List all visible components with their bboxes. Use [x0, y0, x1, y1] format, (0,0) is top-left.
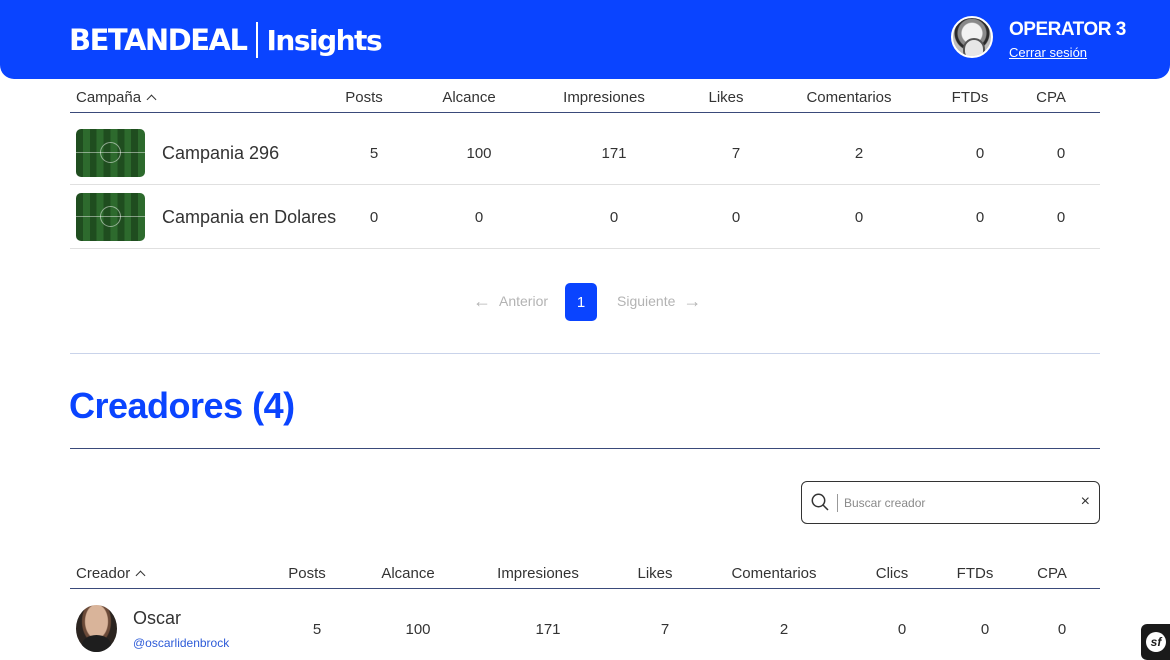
cell-cpa: 0: [1056, 144, 1066, 162]
campaign-name[interactable]: Campania en Dolares: [162, 185, 336, 249]
column-header-ftds: FTDs: [951, 89, 989, 106]
symfony-icon: sf: [1146, 632, 1166, 652]
creator-name[interactable]: Oscar: [133, 608, 181, 629]
column-header-clics: Clics: [875, 565, 909, 582]
cell-ftds: 0: [980, 620, 990, 638]
column-header-alcance: Alcance: [381, 565, 435, 582]
next-page-button[interactable]: Siguiente →: [617, 292, 701, 310]
column-header-posts: Posts: [288, 565, 326, 582]
column-header-ftds: FTDs: [956, 565, 994, 582]
brand-separator: [256, 22, 259, 58]
creator-row[interactable]: Oscar @oscarlidenbrock 5 100 171 7 2 0 0…: [70, 597, 1100, 660]
column-header-label: Campaña: [76, 89, 142, 106]
cell-comentarios: 2: [854, 144, 864, 162]
top-header: BETANDEAL Insights OPERATOR 3 Cerrar ses…: [0, 0, 1170, 79]
campaign-name[interactable]: Campania 296: [162, 121, 279, 185]
sort-chevron-up-icon: [146, 94, 157, 105]
column-header-likes: Likes: [637, 565, 673, 582]
column-header-comentarios: Comentarios: [806, 89, 892, 106]
column-header-cpa: CPA: [1037, 565, 1067, 582]
next-page-label: Siguiente: [617, 293, 676, 309]
column-header-creador[interactable]: Creador: [76, 565, 146, 582]
prev-page-button[interactable]: ← Anterior: [473, 292, 548, 310]
column-header-impresiones: Impresiones: [497, 565, 579, 582]
column-header-posts: Posts: [345, 89, 383, 106]
arrow-right-icon: →: [683, 291, 702, 311]
cell-posts: 5: [312, 620, 322, 638]
column-header-cpa: CPA: [1036, 89, 1066, 106]
campaign-row[interactable]: Campania 296 5 100 171 7 2 0 0: [70, 121, 1100, 185]
cell-comentarios: 0: [854, 208, 864, 226]
pagination: ← Anterior 1 Siguiente →: [0, 283, 1170, 321]
cell-likes: 7: [731, 144, 741, 162]
campaign-thumbnail: [76, 193, 145, 241]
column-header-impresiones: Impresiones: [563, 89, 645, 106]
creators-table-header: Creador Posts Alcance Impresiones Likes …: [70, 565, 1100, 589]
brand-name: BETANDEAL: [69, 23, 248, 57]
cell-cpa: 0: [1056, 208, 1066, 226]
cell-posts: 5: [369, 144, 379, 162]
symfony-toolbar-toggle[interactable]: sf: [1141, 624, 1170, 660]
cell-alcance: 100: [466, 144, 492, 162]
cell-impresiones: 171: [535, 620, 561, 638]
arrow-left-icon: ←: [473, 291, 491, 311]
cell-likes: 7: [660, 620, 670, 638]
cell-alcance: 100: [405, 620, 431, 638]
cell-alcance: 0: [474, 208, 484, 226]
cell-cpa: 0: [1057, 620, 1067, 638]
column-header-comentarios: Comentarios: [731, 565, 817, 582]
section-divider: [70, 353, 1100, 354]
search-separator: [837, 494, 838, 512]
column-header-label: Creador: [76, 565, 131, 582]
cell-ftds: 0: [975, 208, 985, 226]
creator-avatar: [76, 605, 117, 652]
campaigns-table-header: Campaña Posts Alcance Impresiones Likes …: [70, 89, 1100, 113]
search-icon: [811, 493, 829, 511]
sort-chevron-up-icon: [135, 570, 146, 581]
title-divider: [70, 448, 1100, 449]
brand-subtitle: Insights: [266, 23, 382, 57]
cell-clics: 0: [897, 620, 907, 638]
cell-comentarios: 2: [779, 620, 789, 638]
creator-search-box[interactable]: ×: [801, 481, 1100, 524]
prev-page-label: Anterior: [499, 293, 549, 309]
cell-impresiones: 171: [601, 144, 627, 162]
column-header-likes: Likes: [708, 89, 744, 106]
column-header-campana[interactable]: Campaña: [76, 89, 157, 106]
cell-likes: 0: [731, 208, 741, 226]
cell-posts: 0: [369, 208, 379, 226]
cell-ftds: 0: [975, 144, 985, 162]
column-header-alcance: Alcance: [442, 89, 496, 106]
campaign-thumbnail: [76, 129, 145, 177]
cell-impresiones: 0: [609, 208, 619, 226]
operator-name: OPERATOR 3: [1009, 19, 1126, 40]
search-input[interactable]: [844, 492, 1064, 514]
page-number-button[interactable]: 1: [565, 283, 597, 321]
campaign-row[interactable]: Campania en Dolares 0 0 0 0 0 0 0: [70, 185, 1100, 249]
brand-logo[interactable]: BETANDEAL Insights: [69, 20, 383, 60]
creator-handle-link[interactable]: @oscarlidenbrock: [133, 636, 229, 650]
close-icon[interactable]: ×: [1081, 493, 1090, 511]
operator-avatar: [951, 16, 993, 58]
creators-section-title: Creadores (4): [69, 385, 295, 426]
logout-link[interactable]: Cerrar sesión: [1009, 45, 1087, 60]
